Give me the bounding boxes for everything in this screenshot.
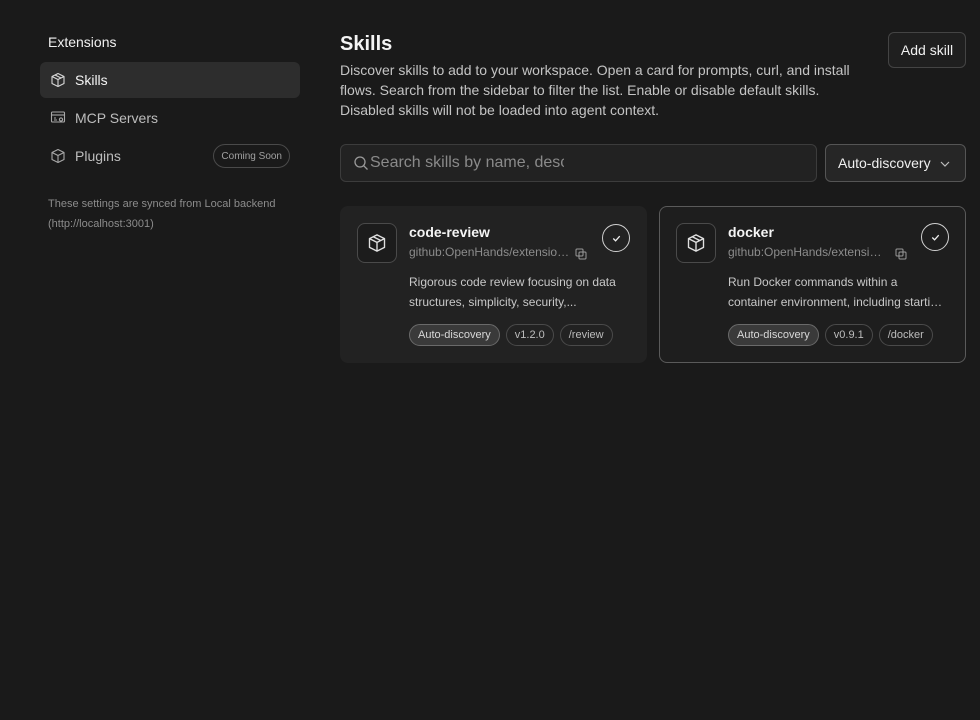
sidebar-item-plugins[interactable]: Plugins Coming Soon xyxy=(40,138,300,174)
search-icon xyxy=(353,155,369,171)
box-icon xyxy=(676,223,716,263)
sync-note-text: These settings are synced from Local bac… xyxy=(48,198,276,210)
sidebar-item-mcp-servers[interactable]: MCP Servers xyxy=(40,100,300,136)
tag-auto-discovery: Auto-discovery xyxy=(728,324,819,346)
tag-version: v1.2.0 xyxy=(505,324,554,346)
skill-name: code-review xyxy=(409,224,490,240)
skill-card-code-review[interactable]: code-review github:OpenHands/extensions/… xyxy=(340,206,647,363)
skill-description: Run Docker commands within a container e… xyxy=(728,272,948,312)
skill-card-docker[interactable]: docker github:OpenHands/extensions/skill… xyxy=(659,206,966,363)
enabled-toggle[interactable] xyxy=(921,223,949,251)
sync-note-url: (http://localhost:3001) xyxy=(48,218,154,230)
extensions-page: Extensions Skills MCP Servers Plugins Co… xyxy=(0,0,980,720)
tag-auto-discovery: Auto-discovery xyxy=(409,324,500,346)
skill-description-line: structures, simplicity, security,... xyxy=(409,295,577,309)
page-description: Discover skills to add to your workspace… xyxy=(340,62,850,118)
box-icon xyxy=(49,71,67,89)
enabled-toggle[interactable] xyxy=(602,224,630,252)
skill-description-line: container environment, including startin… xyxy=(728,295,948,309)
sidebar-title: Extensions xyxy=(48,34,117,50)
check-icon xyxy=(931,234,939,241)
copy-icon[interactable] xyxy=(895,247,907,260)
filter-selected-value: Auto-discovery xyxy=(838,155,931,171)
sync-note: These settings are synced from Local bac… xyxy=(48,194,298,234)
skill-name: docker xyxy=(728,224,774,240)
skill-description-line: Rigorous code review focusing on data xyxy=(409,275,616,289)
skill-description: Rigorous code review focusing on data st… xyxy=(409,272,629,312)
coming-soon-badge: Coming Soon xyxy=(213,144,290,168)
sidebar-item-label: MCP Servers xyxy=(75,110,158,126)
sidebar-item-skills[interactable]: Skills xyxy=(40,62,300,98)
package-icon xyxy=(49,147,67,165)
page-title: Skills xyxy=(340,33,393,55)
server-icon xyxy=(49,109,67,127)
check-icon xyxy=(612,235,620,242)
chevron-down-icon xyxy=(939,157,951,169)
skill-source: github:OpenHands/extensions/skills/code-… xyxy=(409,245,571,259)
skill-tags: Auto-discovery v1.2.0 /review xyxy=(409,324,613,346)
discovery-filter-select[interactable]: Auto-discovery xyxy=(825,144,966,182)
add-skill-button[interactable]: Add skill xyxy=(888,32,966,68)
skill-source: github:OpenHands/extensions/skills/docke… xyxy=(728,245,888,259)
tag-command: /review xyxy=(559,324,613,346)
tag-version: v0.9.1 xyxy=(824,324,873,346)
box-icon xyxy=(357,223,397,263)
skill-description-line: Run Docker commands within a xyxy=(728,275,898,289)
copy-icon[interactable] xyxy=(575,247,587,260)
skill-tags: Auto-discovery v0.9.1 /docker xyxy=(728,324,933,346)
search-box xyxy=(340,144,817,182)
tag-command: /docker xyxy=(878,324,933,346)
search-input[interactable] xyxy=(370,154,564,172)
sidebar-item-label: Skills xyxy=(75,72,108,88)
sidebar-item-label: Plugins xyxy=(75,148,121,164)
